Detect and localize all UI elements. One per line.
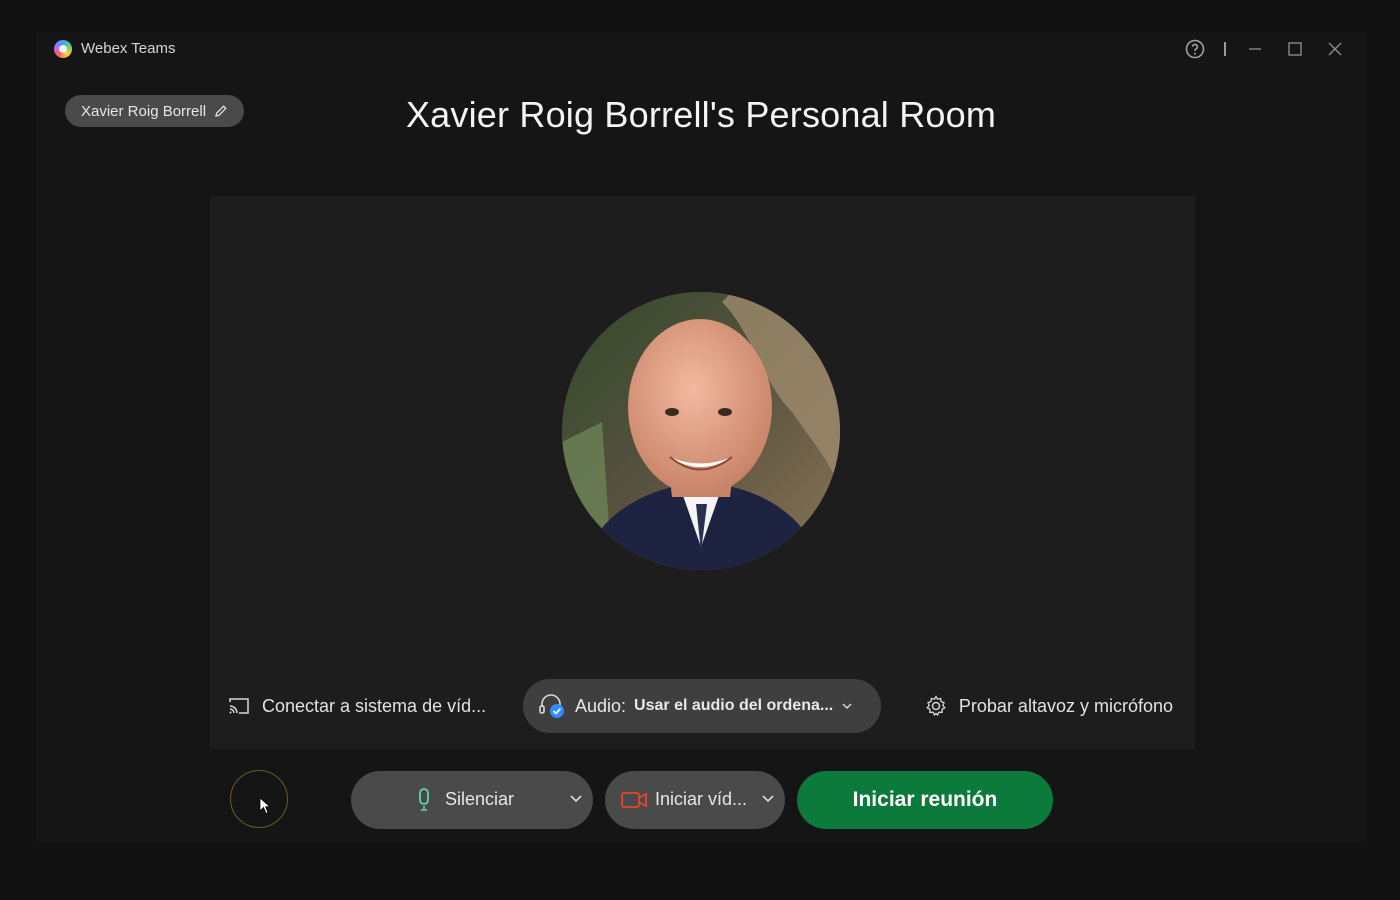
close-icon[interactable] bbox=[1324, 38, 1346, 60]
help-icon[interactable] bbox=[1184, 38, 1206, 60]
start-video-label: Iniciar víd... bbox=[655, 789, 748, 809]
mute-label: Silenciar bbox=[445, 789, 515, 809]
audio-value: Usar el audio del ordena... bbox=[634, 697, 834, 714]
maximize-icon[interactable] bbox=[1284, 38, 1306, 60]
test-speaker-mic-button[interactable]: Probar altavoz y micrófono bbox=[925, 663, 1173, 749]
gear-icon bbox=[926, 695, 946, 717]
room-title: Xavier Roig Borrell's Personal Room bbox=[405, 94, 997, 135]
chevron-down-icon bbox=[842, 703, 852, 710]
user-avatar bbox=[562, 292, 840, 570]
app-name: Webex Teams bbox=[81, 40, 176, 57]
window-controls bbox=[1184, 38, 1346, 60]
connect-video-system-button[interactable]: Conectar a sistema de víd... bbox=[228, 663, 486, 749]
title-bar: Webex Teams bbox=[36, 32, 1366, 66]
start-video-button[interactable]: Iniciar víd... bbox=[605, 771, 785, 829]
video-preview-panel: Conectar a sistema de víd... Audio: Usar… bbox=[210, 196, 1195, 749]
cast-screen-icon bbox=[229, 698, 249, 714]
title-separator bbox=[1224, 42, 1226, 56]
headset-audio-icon bbox=[539, 694, 564, 718]
connect-video-system-label: Conectar a sistema de víd... bbox=[262, 695, 487, 716]
focus-ring bbox=[230, 770, 288, 828]
minimize-icon[interactable] bbox=[1244, 38, 1266, 60]
webex-logo-icon bbox=[54, 40, 72, 58]
microphone-icon bbox=[419, 788, 429, 811]
video-camera-icon bbox=[621, 792, 647, 808]
mouse-cursor-icon bbox=[259, 797, 271, 815]
chevron-down-icon[interactable] bbox=[569, 791, 583, 805]
audio-label: Audio: bbox=[575, 695, 627, 716]
audio-select[interactable]: Audio: Usar el audio del ordena... bbox=[523, 679, 881, 733]
meeting-controls: Silenciar Iniciar víd... Iniciar reunión bbox=[36, 770, 1366, 830]
start-meeting-button[interactable]: Iniciar reunión bbox=[797, 771, 1053, 829]
mute-button[interactable]: Silenciar bbox=[351, 771, 593, 829]
test-speaker-mic-label: Probar altavoz y micrófono bbox=[958, 695, 1173, 716]
device-bar: Conectar a sistema de víd... Audio: Usar… bbox=[210, 663, 1195, 749]
meeting-window: Webex Teams Xavier Roig Borrell Xavier R… bbox=[36, 32, 1366, 842]
chevron-down-icon[interactable] bbox=[761, 791, 775, 805]
